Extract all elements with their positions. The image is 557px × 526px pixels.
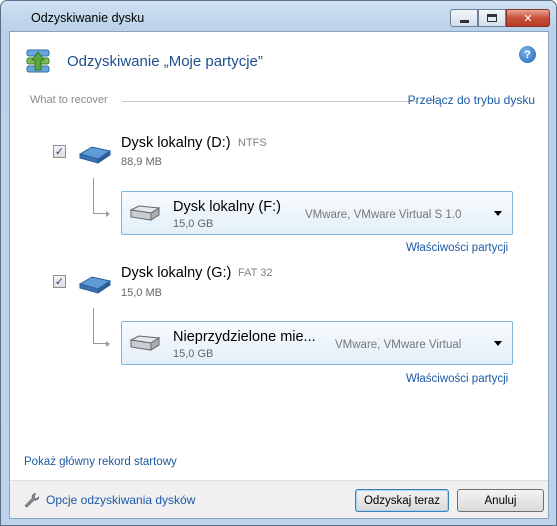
partition-properties-link[interactable]: Właściwości partycji — [406, 373, 508, 385]
section-divider — [122, 101, 417, 102]
what-to-recover-section: What to recover Przełącz do trybu dysku — [30, 93, 535, 110]
window-title: Odzyskiwanie dysku — [31, 11, 145, 25]
target-device: VMware, VMware Virtual — [335, 339, 462, 351]
title-bar[interactable]: Odzyskiwanie dysku ✕ — [1, 1, 556, 35]
source-d-size: 88,9 MB — [121, 156, 162, 168]
close-button[interactable]: ✕ — [506, 9, 550, 27]
source-d-filesystem: NTFS — [238, 137, 267, 149]
connector-arrow — [106, 341, 110, 347]
maximize-button[interactable] — [478, 9, 506, 27]
hard-drive-icon — [129, 205, 161, 221]
source-g-filesystem: FAT 32 — [238, 267, 273, 279]
page-title: Odzyskiwanie „Moje partycje” — [67, 53, 263, 70]
window-controls: ✕ — [450, 9, 550, 27]
cancel-button[interactable]: Anuluj — [457, 489, 544, 512]
dialog-content: Odzyskiwanie „Moje partycje” ? What to r… — [9, 31, 549, 519]
recover-now-button[interactable]: Odzyskaj teraz — [355, 489, 449, 512]
source-g-name: Dysk lokalny (G:) — [121, 265, 232, 281]
source-d-name: Dysk lokalny (D:) — [121, 135, 231, 151]
dialog-footer: Opcje odzyskiwania dysków Odzyskaj teraz… — [10, 480, 548, 518]
tree-connector — [93, 178, 107, 214]
section-label: What to recover — [30, 94, 108, 106]
dialog-window: Odzyskiwanie dysku ✕ Odzyskiwanie „Moje … — [0, 0, 557, 526]
source-g-size: 15,0 MB — [121, 287, 162, 299]
close-icon: ✕ — [523, 11, 533, 25]
chevron-down-icon — [494, 341, 502, 346]
tree-connector — [93, 308, 107, 344]
partition-icon — [78, 146, 112, 164]
target-size: 15,0 GB — [173, 348, 214, 360]
disk-recovery-icon — [26, 49, 50, 73]
target-partition-dropdown[interactable]: Nieprzydzielone mie... 15,0 GB VMware, V… — [121, 321, 513, 365]
minimize-icon — [459, 19, 469, 23]
source-d-checkbox[interactable]: ✓ — [53, 145, 66, 158]
hard-drive-icon — [129, 335, 161, 351]
partition-icon — [78, 276, 112, 294]
chevron-down-icon — [494, 211, 502, 216]
wrench-icon — [25, 493, 40, 508]
show-mbr-link[interactable]: Pokaż główny rekord startowy — [24, 456, 177, 468]
connector-arrow — [106, 211, 110, 217]
help-icon[interactable]: ? — [519, 46, 536, 63]
target-size: 15,0 GB — [173, 218, 214, 230]
recovery-options-link[interactable]: Opcje odzyskiwania dysków — [46, 493, 195, 507]
target-partition-dropdown[interactable]: Dysk lokalny (F:) 15,0 GB VMware, VMware… — [121, 191, 513, 235]
target-name: Nieprzydzielone mie... — [173, 329, 316, 345]
target-device: VMware, VMware Virtual S 1.0 — [305, 209, 462, 221]
source-g-checkbox[interactable]: ✓ — [53, 275, 66, 288]
maximize-icon — [487, 14, 497, 22]
switch-to-disk-mode-link[interactable]: Przełącz do trybu dysku — [408, 93, 535, 107]
target-name: Dysk lokalny (F:) — [173, 199, 281, 215]
minimize-button[interactable] — [450, 9, 478, 27]
partition-properties-link[interactable]: Właściwości partycji — [406, 242, 508, 254]
